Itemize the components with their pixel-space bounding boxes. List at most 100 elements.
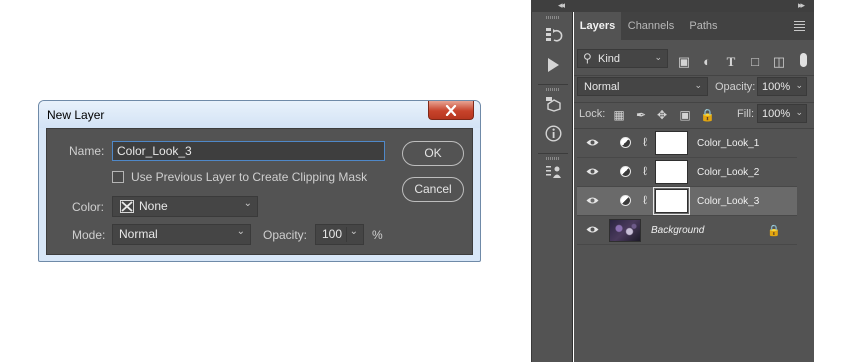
panel-menu-icon[interactable] [794, 21, 805, 33]
collapse-right-icon[interactable]: ▸▸ [798, 0, 805, 11]
history-icon[interactable] [545, 26, 563, 44]
lock-position-move-icon[interactable]: ✥ [655, 108, 669, 122]
chevron-down-icon: ⌄ [694, 80, 702, 90]
filter-kind-value: Kind [598, 53, 621, 65]
dialog-title: New Layer [47, 108, 105, 122]
combo-divider [346, 227, 347, 242]
chevron-down-icon: ⌄ [795, 107, 803, 117]
layer-name[interactable]: Color_Look_2 [697, 167, 759, 178]
lock-all-icon[interactable]: 🔒 [700, 108, 715, 122]
no-color-swatch-icon [120, 200, 134, 213]
close-button[interactable] [428, 101, 474, 120]
layer-mask-thumbnail[interactable] [653, 187, 690, 215]
shape-filter-icon[interactable]: □ [748, 55, 762, 69]
properties-icon[interactable] [545, 164, 563, 180]
layers-panel: Layers Channels Paths ⚲ Kind ⌄ ▣ ◐ T □ ◫… [574, 12, 814, 362]
new-layer-dialog: New Layer Name: Color_Look_3 Use Previou… [38, 100, 481, 262]
cancel-button[interactable]: Cancel [402, 177, 464, 202]
chevron-down-icon: ⌄ [654, 52, 662, 62]
strip-divider [538, 84, 568, 85]
clipping-mask-checkbox[interactable] [112, 171, 124, 183]
color-select-value: None [139, 199, 168, 213]
layer-mask-thumbnail[interactable] [655, 160, 688, 184]
mode-select-value: Normal [119, 227, 158, 241]
panel-opacity-combo[interactable]: 100% ⌄ [757, 77, 807, 96]
tab-layers[interactable]: Layers [574, 12, 621, 40]
panel-icon-strip [531, 12, 573, 362]
tab-paths[interactable]: Paths [681, 12, 726, 40]
layer-row[interactable]: ℓ Color_Look_1 [577, 129, 797, 158]
page-background [814, 0, 850, 362]
color-select[interactable]: None ⌄ [112, 196, 258, 217]
color-label: Color: [72, 200, 105, 214]
info-icon[interactable] [545, 125, 562, 142]
blend-mode-value: Normal [584, 81, 620, 93]
opacity-label: Opacity: [263, 228, 308, 242]
layer-name[interactable]: Color_Look_3 [697, 196, 759, 207]
adjustment-layer-icon [620, 137, 631, 148]
dialog-body: Name: Color_Look_3 Use Previous Layer to… [46, 128, 473, 255]
visibility-eye-icon[interactable] [586, 167, 599, 176]
name-label: Name: [69, 144, 105, 158]
strip-grip[interactable] [546, 16, 560, 19]
mask-link-icon[interactable]: ℓ [643, 164, 647, 178]
lock-artboard-icon[interactable]: ▣ [678, 108, 692, 122]
chevron-down-icon: ⌄ [236, 226, 245, 237]
visibility-eye-icon[interactable] [586, 225, 599, 234]
panel-topbar: ◂◂ ▸▸ [531, 0, 814, 12]
collapse-left-icon[interactable]: ◂◂ [558, 0, 565, 11]
layer-mask-thumbnail[interactable] [655, 131, 688, 155]
opacity-combo[interactable]: 100 ⌄ [315, 224, 364, 245]
layer-row-selected[interactable]: ℓ Color_Look_3 [577, 187, 797, 216]
chevron-down-icon: ⌄ [795, 80, 803, 90]
panel-opacity-label: Opacity: [715, 81, 756, 93]
3d-cube-icon[interactable] [545, 96, 561, 112]
type-filter-icon[interactable]: T [724, 55, 738, 69]
tab-channels[interactable]: Channels [621, 12, 681, 40]
chevron-down-icon: ⌄ [349, 226, 358, 237]
fill-value: 100% [762, 108, 791, 120]
lock-paint-brush-icon[interactable]: ✒ [634, 108, 648, 122]
layer-row[interactable]: Background 🔒 [577, 216, 797, 245]
mode-select[interactable]: Normal ⌄ [112, 224, 251, 245]
lock-transparency-icon[interactable]: ▦ [612, 108, 626, 122]
clipping-mask-label: Use Previous Layer to Create Clipping Ma… [131, 170, 368, 184]
name-input[interactable]: Color_Look_3 [112, 141, 385, 161]
strip-divider [538, 153, 568, 154]
visibility-eye-icon[interactable] [586, 196, 599, 205]
mask-link-icon[interactable]: ℓ [643, 193, 647, 207]
mask-link-icon[interactable]: ℓ [643, 135, 647, 149]
fill-label: Fill: [737, 108, 755, 120]
opacity-unit: % [372, 228, 383, 242]
play-actions-icon[interactable] [545, 57, 561, 73]
strip-grip[interactable] [546, 88, 560, 91]
pixel-filter-icon[interactable]: ▣ [677, 55, 691, 69]
dialog-titlebar[interactable]: New Layer [39, 101, 480, 128]
mode-label: Mode: [72, 228, 106, 242]
panel-divider [574, 75, 814, 76]
search-icon: ⚲ [583, 51, 592, 65]
blend-mode-select[interactable]: Normal ⌄ [577, 77, 708, 96]
opacity-value: 100 [322, 227, 343, 241]
strip-grip[interactable] [546, 157, 560, 160]
ok-button[interactable]: OK [402, 141, 464, 166]
visibility-eye-icon[interactable] [586, 138, 599, 147]
layer-row[interactable]: ℓ Color_Look_2 [577, 158, 797, 187]
background-image-thumbnail[interactable] [609, 219, 641, 242]
filter-kind-select[interactable]: ⚲ Kind ⌄ [577, 49, 668, 68]
fill-combo[interactable]: 100% ⌄ [757, 104, 807, 123]
panel-tabbar: Layers Channels Paths [574, 12, 814, 40]
chevron-down-icon: ⌄ [243, 198, 252, 209]
adjustment-filter-icon[interactable]: ◐ [700, 55, 714, 69]
lock-label: Lock: [579, 108, 606, 120]
layer-name[interactable]: Background [651, 225, 704, 236]
filter-toggle-icon[interactable] [800, 53, 807, 67]
adjustment-layer-icon [620, 195, 631, 206]
close-x-icon [445, 104, 457, 116]
panel-opacity-value: 100% [762, 81, 791, 93]
smart-object-filter-icon[interactable]: ◫ [772, 55, 786, 69]
panel-divider [574, 102, 814, 103]
layer-name[interactable]: Color_Look_1 [697, 138, 759, 149]
adjustment-layer-icon [620, 166, 631, 177]
layer-locked-icon: 🔒 [767, 225, 781, 237]
